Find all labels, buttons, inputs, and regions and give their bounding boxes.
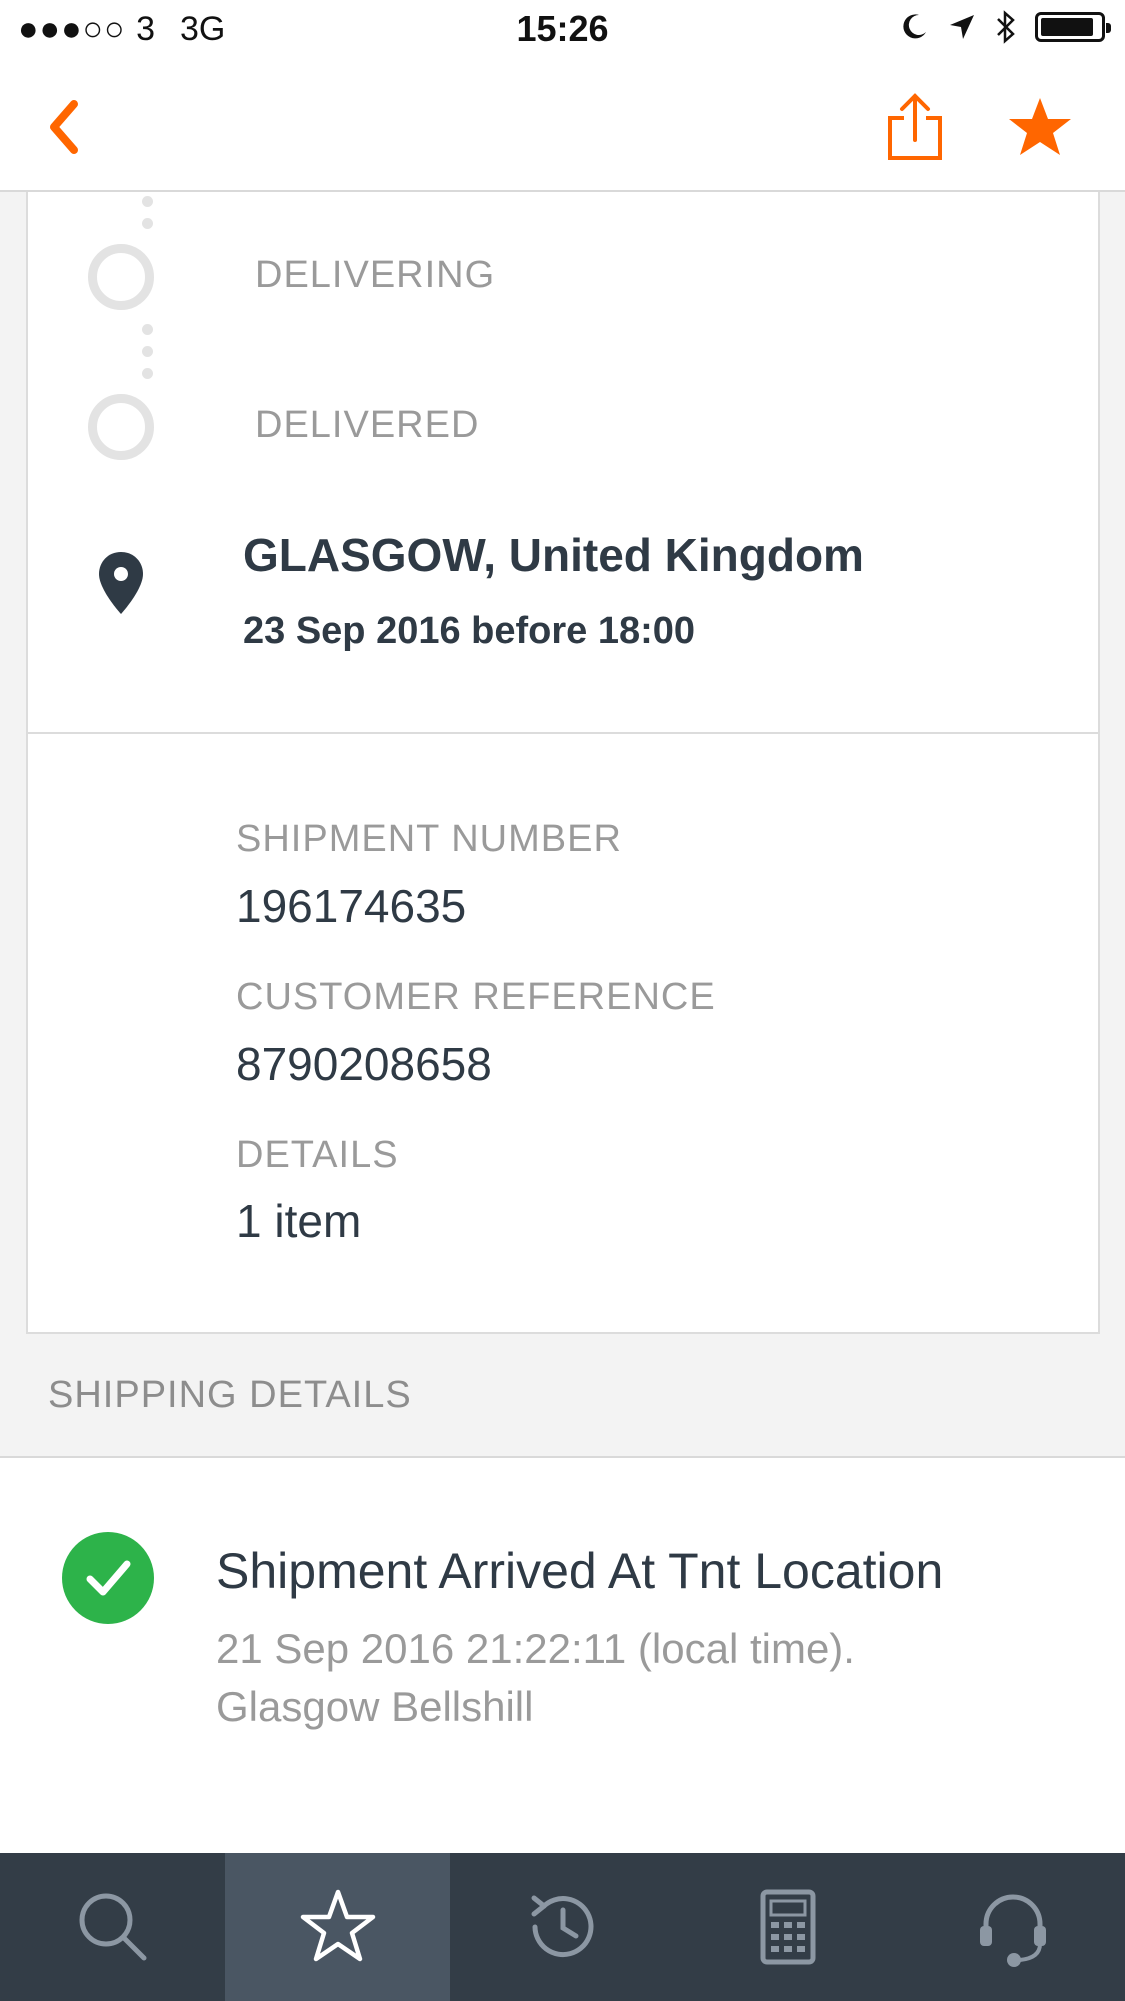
moon-icon: [903, 14, 926, 39]
shipment-number-value: 196174635: [236, 880, 467, 932]
back-button[interactable]: [40, 92, 100, 162]
headset-icon: [979, 1894, 1046, 1967]
details-value: 1 item: [236, 1195, 362, 1247]
tab-calculator[interactable]: [675, 1853, 900, 2001]
tab-support[interactable]: [900, 1853, 1125, 2001]
tracking-progress-card: DELIVERING DELIVERED GLASGOW, United Kin…: [26, 192, 1100, 734]
event-meta: 21 Sep 2016 21:22:11 (local time). Glasg…: [216, 1620, 855, 1736]
details-label: DETAILS: [236, 1134, 399, 1176]
shipment-info-card: SHIPMENT NUMBER 196174635 CUSTOMER REFER…: [26, 734, 1100, 1334]
timeline-step-delivering: DELIVERING: [255, 254, 496, 296]
navigation-bar: [0, 62, 1125, 192]
share-icon: [888, 93, 942, 160]
section-title: SHIPPING DETAILS: [48, 1374, 412, 1416]
battery-icon: [1035, 12, 1111, 42]
tracking-screen: ●●●○○ 3 3G 15:26 DELIVERING DELIVERED GL…: [0, 0, 1125, 2001]
tab-search[interactable]: [0, 1853, 225, 2001]
star-icon: [1009, 98, 1071, 155]
tab-history[interactable]: [450, 1853, 675, 2001]
timeline-step-marker: [88, 244, 154, 310]
favorite-button[interactable]: [1005, 92, 1075, 162]
share-button[interactable]: [880, 92, 950, 162]
timeline-step-marker: [88, 394, 154, 460]
customer-reference-label: CUSTOMER REFERENCE: [236, 976, 716, 1018]
search-icon: [79, 1893, 146, 1961]
tracking-event[interactable]: Shipment Arrived At Tnt Location 21 Sep …: [0, 1458, 1125, 1853]
timeline-step-delivered: DELIVERED: [255, 404, 480, 446]
destination-location: GLASGOW, United Kingdom: [243, 529, 864, 581]
customer-reference-value: 8790208658: [236, 1038, 492, 1090]
star-outline-icon: [300, 1889, 375, 1962]
bluetooth-icon: [997, 10, 1015, 44]
status-check-icon: [62, 1532, 154, 1624]
battery-level: [1041, 18, 1093, 36]
location-arrow-icon: [950, 15, 974, 39]
chevron-left-icon: [50, 100, 78, 154]
event-place: Glasgow Bellshill: [216, 1683, 534, 1730]
status-bar: ●●●○○ 3 3G 15:26: [0, 0, 1125, 62]
tab-bar: [0, 1853, 1125, 2001]
history-icon: [531, 1895, 593, 1958]
event-title: Shipment Arrived At Tnt Location: [216, 1543, 944, 1599]
calculator-icon: [760, 1889, 815, 1965]
status-icons: [899, 10, 1111, 44]
estimated-delivery: 23 Sep 2016 before 18:00: [243, 610, 696, 652]
shipping-details-header: SHIPPING DETAILS: [0, 1334, 1125, 1458]
map-pin-icon: [99, 552, 143, 614]
event-timestamp: 21 Sep 2016 21:22:11 (local time).: [216, 1625, 855, 1672]
tab-favorites[interactable]: [225, 1853, 450, 2001]
shipment-number-label: SHIPMENT NUMBER: [236, 818, 622, 860]
